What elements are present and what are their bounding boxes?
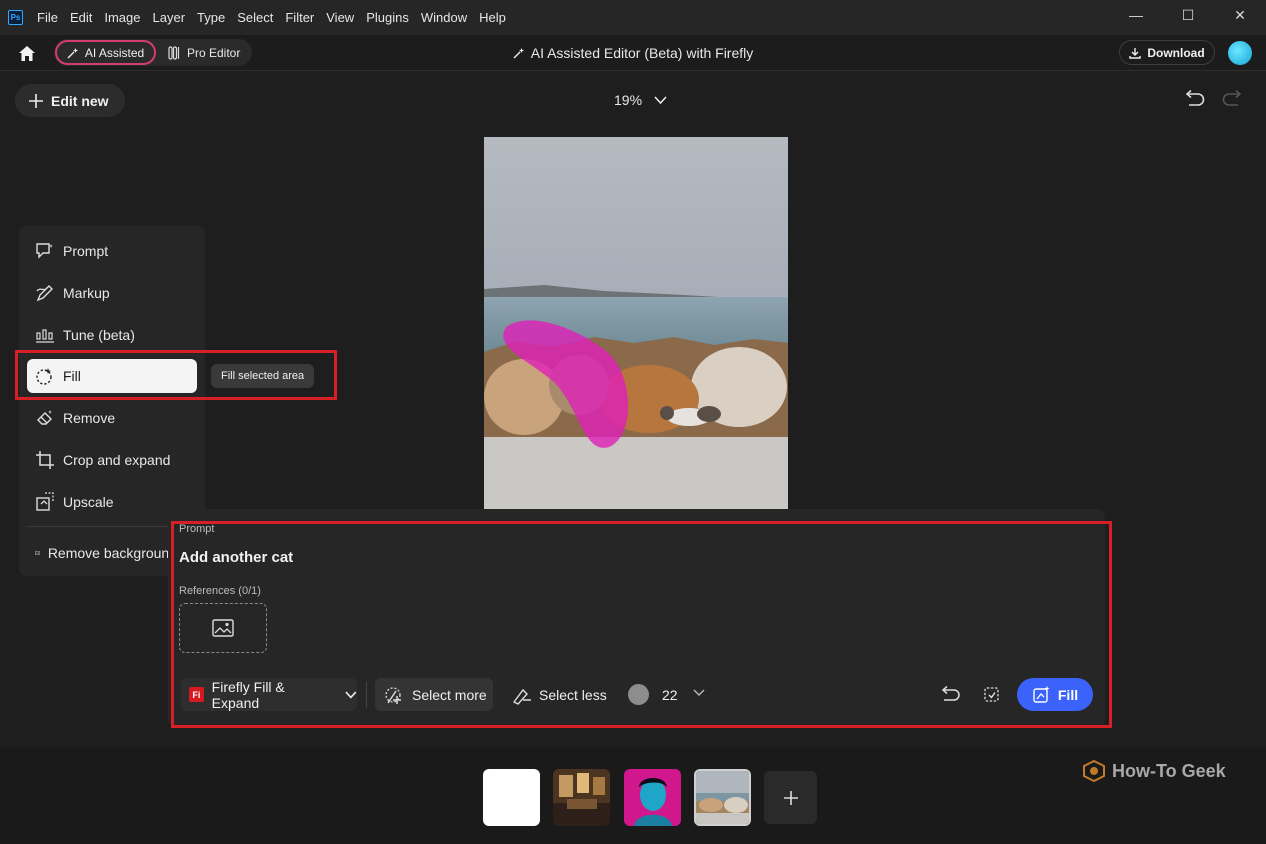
mode-bar: AI Assisted Pro Editor AI Assisted Edito…: [0, 35, 1266, 71]
zoom-level: 19%: [614, 92, 643, 108]
document-title-text: AI Assisted Editor (Beta) with Firefly: [530, 45, 754, 61]
tool-label: Crop and expand: [63, 452, 171, 468]
room-photo: [553, 769, 610, 826]
menu-view[interactable]: View: [326, 10, 354, 25]
remove-background-icon: [35, 551, 40, 555]
download-button[interactable]: Download: [1119, 40, 1215, 65]
chevron-down-icon[interactable]: [692, 688, 706, 698]
tool-prompt[interactable]: Prompt: [27, 234, 197, 268]
tool-tune[interactable]: Tune (beta): [27, 318, 197, 352]
firefly-logo: Fi: [189, 687, 204, 702]
prompt-icon: [36, 243, 53, 259]
prompt-label: Prompt: [179, 523, 215, 535]
photoshop-logo: Ps: [8, 10, 23, 25]
add-image-button[interactable]: [764, 771, 817, 824]
tool-label: Remove background: [47, 545, 177, 561]
portrait-photo: [624, 769, 681, 826]
download-label: Download: [1147, 45, 1205, 60]
menu-edit[interactable]: Edit: [70, 10, 92, 25]
redo-icon[interactable]: [1222, 89, 1244, 109]
image-icon: [212, 619, 234, 637]
fill-highlight-box: [15, 350, 337, 400]
select-more-button[interactable]: Select more: [375, 678, 493, 711]
tool-label: Markup: [63, 285, 110, 301]
upscale-icon: [36, 492, 54, 511]
chevron-down-icon: [654, 96, 667, 104]
thumbnail-room[interactable]: [553, 769, 610, 826]
beach-photo: [484, 137, 788, 509]
tune-icon: [36, 329, 54, 343]
tool-label: Upscale: [63, 494, 114, 510]
tool-markup[interactable]: Markup: [27, 276, 197, 310]
select-more-icon: [385, 686, 401, 704]
fill-icon: [1033, 685, 1050, 703]
zoom-dropdown[interactable]: 19%: [614, 92, 667, 108]
edit-new-button[interactable]: Edit new: [15, 84, 125, 117]
sparkle-wand-icon: [513, 48, 524, 59]
watermark-text: How-To Geek: [1112, 760, 1226, 781]
menu-help[interactable]: Help: [479, 10, 506, 25]
document-title: AI Assisted Editor (Beta) with Firefly: [0, 45, 1266, 61]
menu-type[interactable]: Type: [197, 10, 225, 25]
tool-label: Prompt: [63, 243, 109, 259]
window-controls: — ☐ ✕: [1110, 0, 1266, 30]
tool-label: Tune (beta): [63, 327, 135, 343]
invert-selection-icon[interactable]: [982, 684, 1002, 704]
select-more-label: Select more: [412, 686, 487, 703]
fill-button-label: Fill: [1057, 686, 1079, 703]
menu-window[interactable]: Window: [421, 10, 467, 25]
howtogeek-logo-icon: [1083, 760, 1105, 782]
menu-plugins[interactable]: Plugins: [366, 10, 409, 25]
references-label: References (0/1): [179, 585, 261, 597]
tool-remove-background[interactable]: Remove background: [27, 536, 177, 570]
minimize-button[interactable]: —: [1110, 0, 1162, 30]
fill-button[interactable]: Fill: [1017, 678, 1093, 711]
remove-icon: [37, 410, 52, 425]
markup-icon: [36, 285, 53, 302]
reset-selection-icon[interactable]: [939, 684, 961, 704]
model-label: Firefly Fill & Expand: [211, 678, 285, 711]
crop-icon: [36, 451, 54, 469]
model-dropdown[interactable]: Fi Firefly Fill & Expand: [181, 678, 357, 711]
thumbnail-beach[interactable]: [694, 769, 751, 826]
tool-label: Remove: [63, 410, 116, 426]
plus-icon: [783, 790, 798, 805]
beach-thumbnail-photo: [696, 771, 749, 824]
canvas-image[interactable]: [484, 137, 788, 509]
thumbnail-portrait[interactable]: [624, 769, 681, 826]
tool-crop-expand[interactable]: Crop and expand: [27, 443, 197, 477]
thumbnail-blank[interactable]: [483, 769, 540, 826]
select-less-button[interactable]: Select less: [511, 678, 607, 711]
toolbar-separator: [366, 682, 367, 708]
brush-size-indicator: [628, 684, 649, 705]
watermark: How-To Geek: [1082, 760, 1226, 782]
menu-image[interactable]: Image: [104, 10, 140, 25]
select-less-icon: [512, 688, 531, 705]
menu-file[interactable]: File: [37, 10, 58, 25]
avatar[interactable]: [1228, 41, 1252, 65]
chevron-down-icon: [345, 691, 357, 699]
title-bar: Ps File Edit Image Layer Type Select Fil…: [0, 0, 1266, 35]
undo-icon[interactable]: [1183, 89, 1205, 109]
plus-icon: [29, 93, 43, 108]
edit-new-label: Edit new: [51, 92, 109, 109]
brush-size-value[interactable]: 22: [662, 687, 678, 703]
close-button[interactable]: ✕: [1214, 0, 1266, 30]
tool-remove[interactable]: Remove: [27, 401, 197, 435]
menu-select[interactable]: Select: [237, 10, 273, 25]
menu-filter[interactable]: Filter: [285, 10, 314, 25]
prompt-input[interactable]: Add another cat: [179, 549, 293, 566]
download-icon: [1129, 47, 1142, 59]
menu-layer[interactable]: Layer: [153, 10, 186, 25]
select-less-label: Select less: [539, 686, 607, 703]
reference-upload-slot[interactable]: [179, 603, 267, 653]
maximize-button[interactable]: ☐: [1162, 0, 1214, 30]
